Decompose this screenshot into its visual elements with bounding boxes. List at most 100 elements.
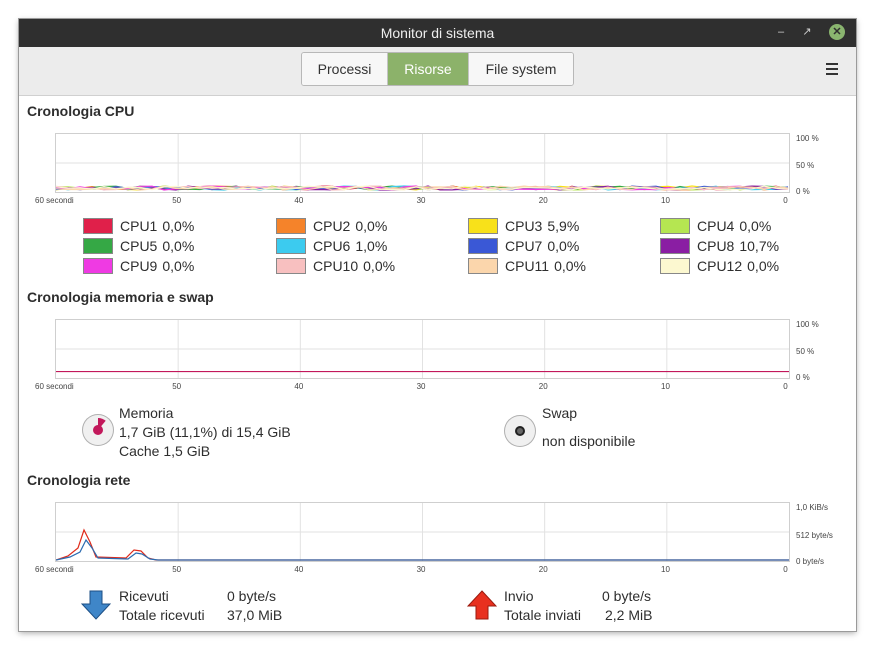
swap-pie-chart [515,426,525,436]
memory-y-label-mid: 50 % [796,347,815,356]
sent-label: Invio [504,588,534,604]
net-x-tick-label: 40 [294,565,304,574]
cpu-name: CPU2 [313,218,351,234]
cpu-legend-label: CPU3 5,9% [505,218,579,234]
cpu-legend-item: CPU3 5,9% [468,217,658,235]
memory-pie-icon[interactable] [82,414,114,446]
cpu-value: 0,0% [162,258,195,274]
cpu-color-swatch[interactable] [660,258,690,274]
cpu-legend-item: CPU12 0,0% [660,257,850,275]
title-bar[interactable]: Monitor di sistema – ↗ ✕ [19,19,856,47]
swap-status-text: non disponibile [542,433,636,449]
cpu-color-swatch[interactable] [83,258,113,274]
download-arrow-shape [80,590,112,620]
cpu-legend-item: CPU2 0,0% [276,217,466,235]
cpu-value: 0,0% [547,238,580,254]
swap-pie-icon[interactable] [504,415,536,447]
cpu-value: 0,0% [162,218,195,234]
cpu-legend-item: CPU4 0,0% [660,217,850,235]
net-x-tick-label: 30 [416,565,426,574]
network-section-title: Cronologia rete [27,472,131,488]
maximize-icon[interactable]: ↗ [799,24,815,40]
system-monitor-window: Monitor di sistema – ↗ ✕ Processi Risors… [19,19,856,631]
cpu-legend-label: CPU8 10,7% [697,238,779,254]
memory-pie-center [93,425,103,435]
cpu-value: 1,0% [355,238,388,254]
cpu-name: CPU6 [313,238,351,254]
cpu-value: 0,0% [363,258,396,274]
received-value: 0 byte/s [227,588,277,604]
cpu-y-label-max: 100 % [796,134,819,143]
cpu-name: CPU8 [697,238,735,254]
mem-x-tick-label: 40 [294,382,304,391]
cpu-legend-item: CPU1 0,0% [83,217,273,235]
cpu-x-tick-label: 0 [783,196,788,205]
tab-processi[interactable]: Processi [302,53,388,85]
memory-graph-svg [56,320,789,378]
minimize-icon[interactable]: – [773,24,789,40]
upload-arrow-svg [466,590,498,620]
cpu-value: 0,0% [162,238,195,254]
cpu-color-swatch[interactable] [660,218,690,234]
cpu-name: CPU9 [120,258,158,274]
upload-arrow-icon[interactable] [466,590,498,620]
total-sent-label: Totale inviati [504,607,582,623]
net-x-tick-label: 50 [172,565,182,574]
cpu-legend-label: CPU5 0,0% [120,238,194,254]
cpu-color-swatch[interactable] [468,218,498,234]
cpu-history-graph [55,133,790,193]
cpu-value: 5,9% [547,218,580,234]
mem-x-tick-label: 60 secondi [35,382,74,391]
tab-risorse[interactable]: Risorse [388,53,469,85]
download-arrow-icon[interactable] [80,590,112,620]
net-x-tick-label: 60 secondi [35,565,74,574]
cpu-legend-label: CPU11 0,0% [505,258,586,274]
toolbar: Processi Risorse File system [19,47,856,96]
cpu-color-swatch[interactable] [468,258,498,274]
cpu-legend-item: CPU7 0,0% [468,237,658,255]
total-received-value: 37,0 MiB [227,607,283,623]
cpu-name: CPU7 [505,238,543,254]
cpu-x-tick-label: 60 secondi [35,196,74,205]
cpu-value: 0,0% [747,258,780,274]
memory-pie-chart [93,418,106,435]
hamburger-menu-icon[interactable] [826,63,838,77]
network-y-label-mid: 512 byte/s [796,531,833,540]
cpu-color-swatch[interactable] [276,258,306,274]
cpu-value: 0,0% [554,258,587,274]
cpu-legend-label: CPU4 0,0% [697,218,771,234]
close-icon[interactable]: ✕ [829,24,845,40]
cpu-color-swatch[interactable] [83,218,113,234]
cpu-legend-item: CPU9 0,0% [83,257,273,275]
memory-y-label-max: 100 % [796,320,819,329]
cpu-color-swatch[interactable] [468,238,498,254]
cpu-color-swatch[interactable] [660,238,690,254]
cpu-legend-label: CPU10 0,0% [313,258,395,274]
tab-file-system[interactable]: File system [469,53,573,85]
mem-x-tick-label: 30 [416,382,426,391]
net-x-tick-label: 20 [538,565,548,574]
memory-usage-text: 1,7 GiB (11,1%) di 15,4 GiB [119,424,291,440]
net-x-tick-label: 0 [783,565,788,574]
cpu-color-swatch[interactable] [83,238,113,254]
memory-label: Memoria [119,405,174,421]
cpu-value: 0,0% [739,218,772,234]
cpu-y-label-min: 0 % [796,187,810,196]
total-received-label: Totale ricevuti [119,607,205,623]
cpu-legend-item: CPU5 0,0% [83,237,273,255]
memory-y-label-min: 0 % [796,373,810,382]
memory-section-title: Cronologia memoria e swap [27,289,214,305]
mem-x-tick-label: 20 [538,382,548,391]
cpu-x-tick-label: 50 [172,196,182,205]
cpu-color-swatch[interactable] [276,218,306,234]
total-sent-value: 2,2 MiB [605,607,653,623]
cpu-legend-label: CPU6 1,0% [313,238,387,254]
cpu-legend-label: CPU7 0,0% [505,238,579,254]
network-graph-svg [55,503,789,561]
sent-value: 0 byte/s [602,588,652,604]
cpu-name: CPU11 [505,258,550,274]
cpu-legend-item: CPU8 10,7% [660,237,850,255]
cpu-x-tick-label: 30 [416,196,426,205]
cpu-color-swatch[interactable] [276,238,306,254]
cpu-x-tick-label: 10 [661,196,670,205]
